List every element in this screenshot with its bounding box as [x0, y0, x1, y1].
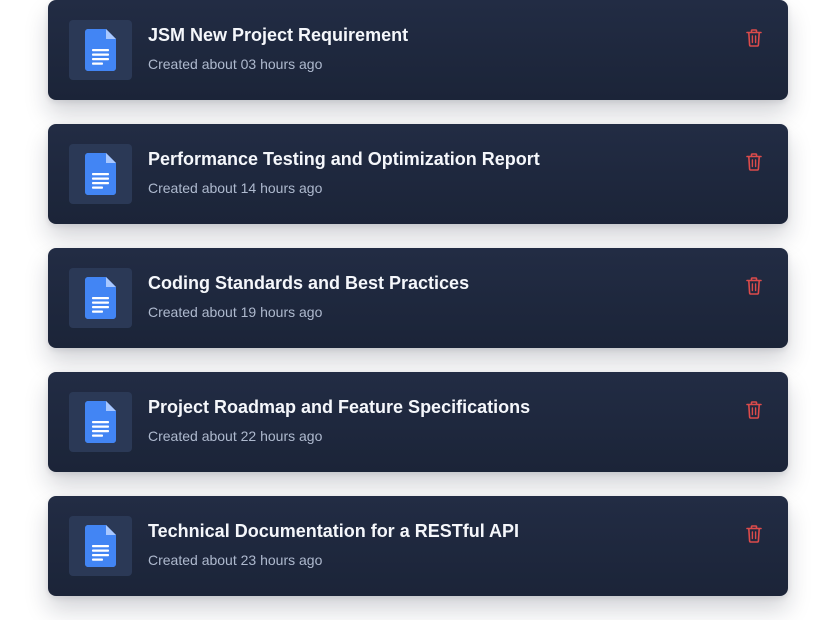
trash-icon: [746, 153, 762, 171]
document-icon-tile: [69, 268, 132, 328]
document-title[interactable]: JSM New Project Requirement: [148, 25, 408, 46]
trash-icon: [746, 29, 762, 47]
created-time: Created about 14 hours ago: [148, 180, 323, 196]
google-doc-icon: [85, 401, 116, 443]
document-card[interactable]: Performance Testing and Optimization Rep…: [48, 124, 788, 224]
document-card[interactable]: JSM New Project Requirement Created abou…: [48, 0, 788, 100]
document-title[interactable]: Performance Testing and Optimization Rep…: [148, 149, 540, 170]
document-card[interactable]: Technical Documentation for a RESTful AP…: [48, 496, 788, 596]
trash-icon: [746, 277, 762, 295]
document-card[interactable]: Coding Standards and Best Practices Crea…: [48, 248, 788, 348]
document-title[interactable]: Technical Documentation for a RESTful AP…: [148, 521, 519, 542]
google-doc-icon: [85, 277, 116, 319]
delete-document-button[interactable]: [740, 396, 768, 424]
document-title[interactable]: Coding Standards and Best Practices: [148, 273, 469, 294]
delete-document-button[interactable]: [740, 520, 768, 548]
document-icon-tile: [69, 144, 132, 204]
document-icon-tile: [69, 392, 132, 452]
google-doc-icon: [85, 29, 116, 71]
document-icon-tile: [69, 20, 132, 80]
trash-icon: [746, 525, 762, 543]
created-time: Created about 23 hours ago: [148, 552, 323, 568]
delete-document-button[interactable]: [740, 272, 768, 300]
delete-document-button[interactable]: [740, 24, 768, 52]
document-list: JSM New Project Requirement Created abou…: [0, 0, 836, 620]
google-doc-icon: [85, 153, 116, 195]
created-time: Created about 03 hours ago: [148, 56, 323, 72]
google-doc-icon: [85, 525, 116, 567]
created-time: Created about 19 hours ago: [148, 304, 323, 320]
document-card[interactable]: Project Roadmap and Feature Specificatio…: [48, 372, 788, 472]
trash-icon: [746, 401, 762, 419]
created-time: Created about 22 hours ago: [148, 428, 323, 444]
document-title[interactable]: Project Roadmap and Feature Specificatio…: [148, 397, 530, 418]
delete-document-button[interactable]: [740, 148, 768, 176]
document-icon-tile: [69, 516, 132, 576]
